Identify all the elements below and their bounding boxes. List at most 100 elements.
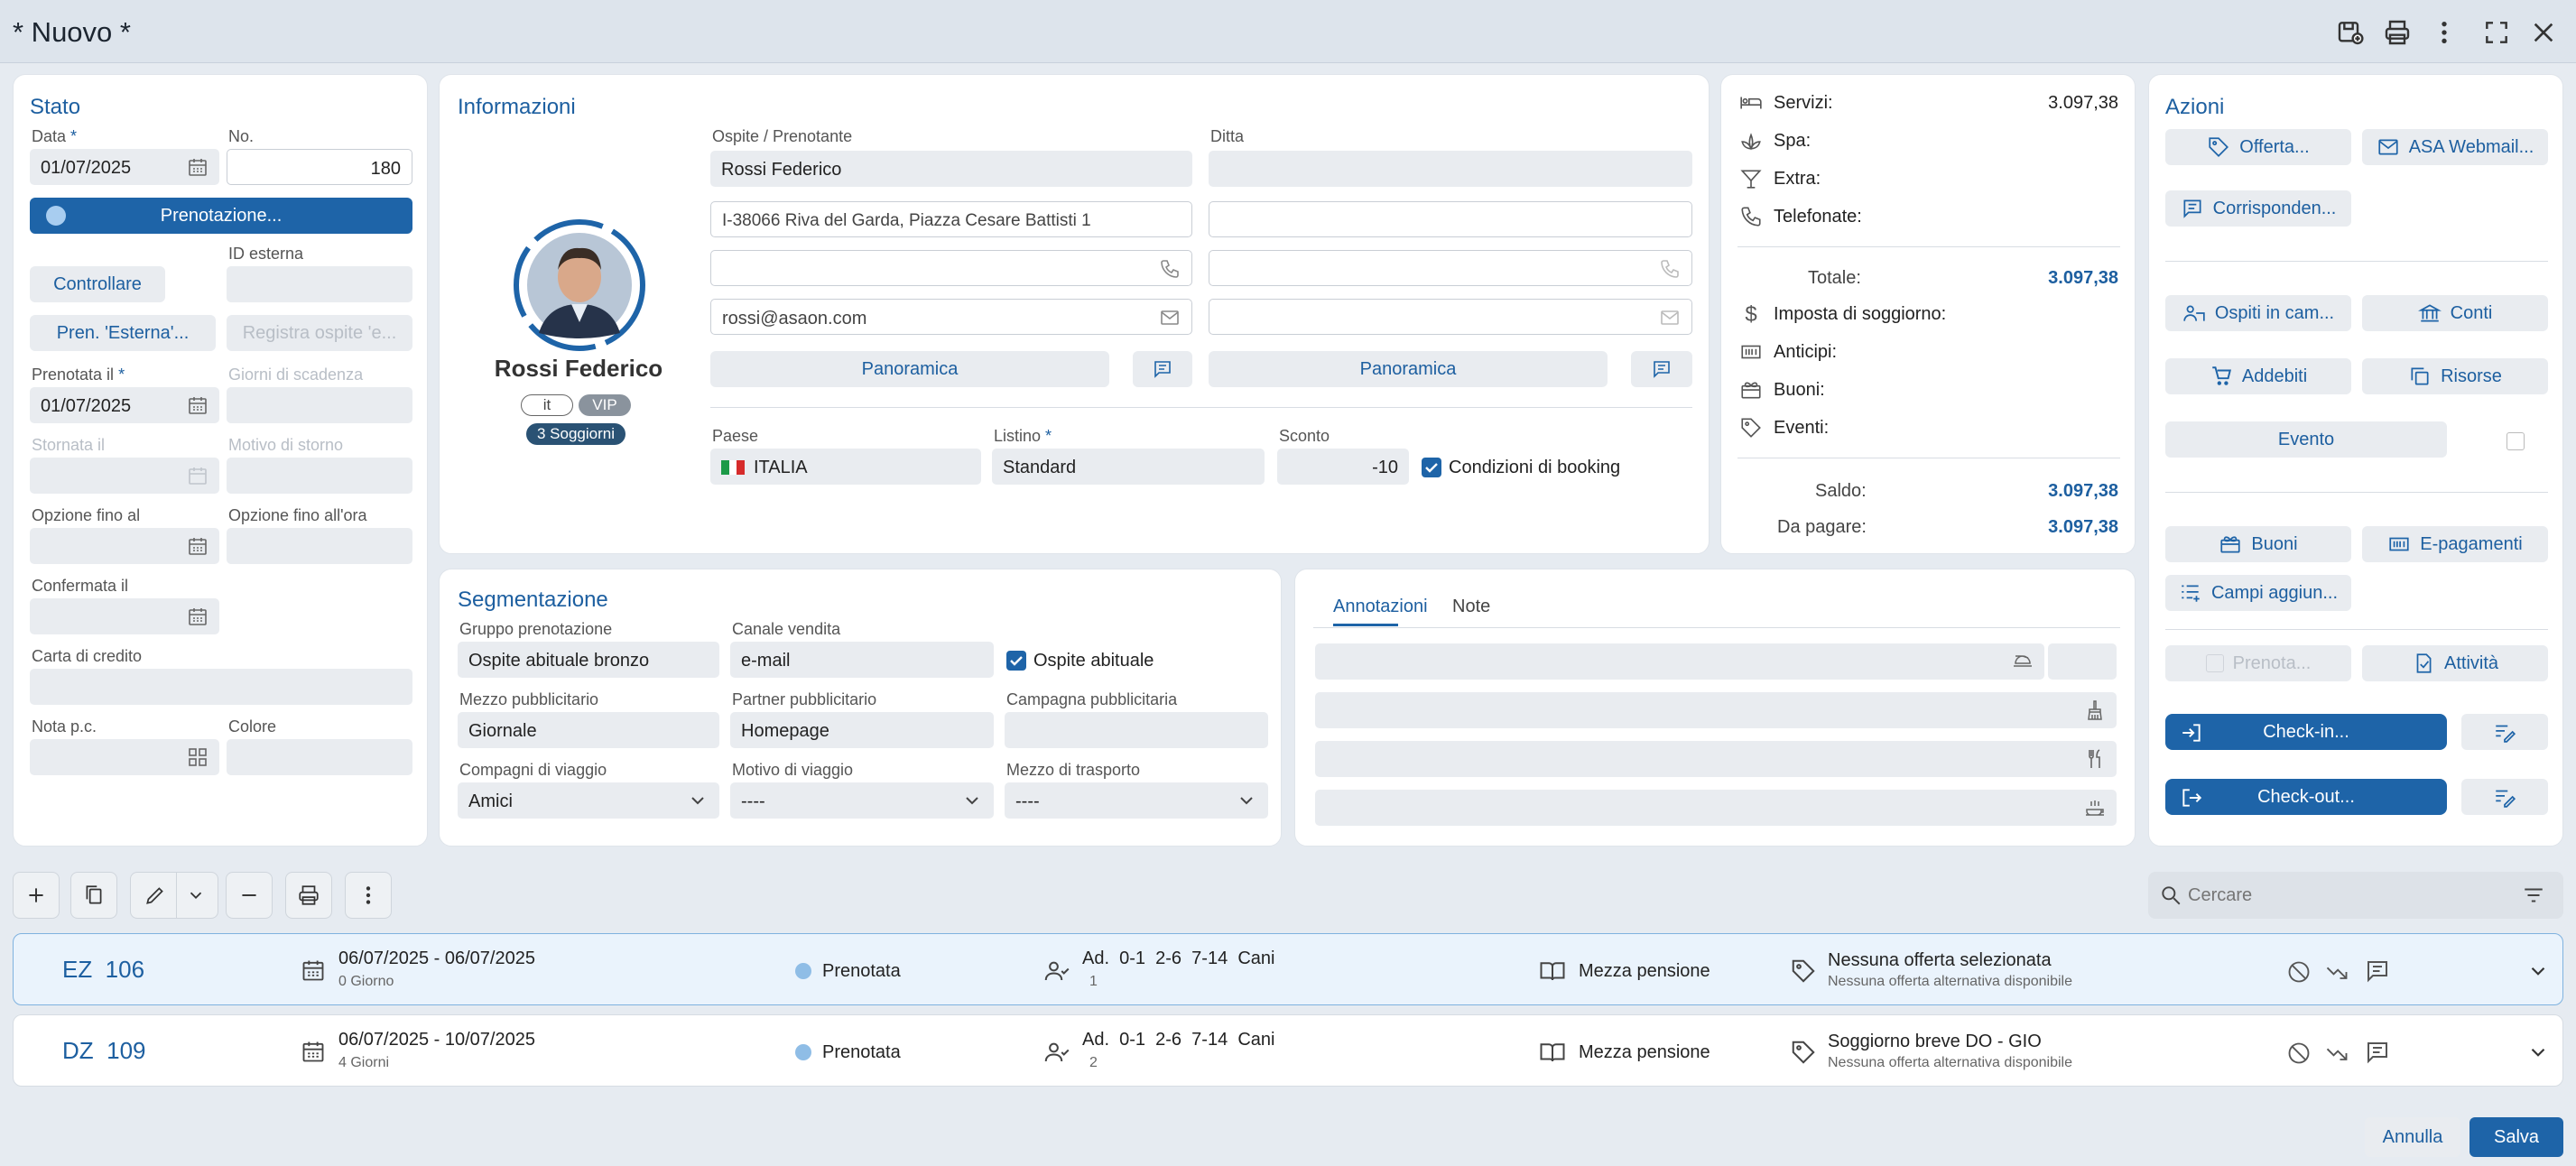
salva-button[interactable]: Salva — [2469, 1117, 2563, 1157]
mezzo-field[interactable]: Giornale — [458, 712, 719, 748]
corrispondenza-button[interactable]: Corrisponden... — [2165, 190, 2351, 227]
comment-icon[interactable] — [2364, 1039, 2391, 1066]
annotation-field-3[interactable] — [1315, 741, 2117, 777]
tab-note[interactable]: Note — [1452, 597, 1490, 617]
nota-pc-field[interactable] — [30, 739, 219, 775]
block-icon[interactable] — [2286, 959, 2312, 985]
checkout-edit-button[interactable] — [2461, 779, 2548, 815]
evento-checkbox[interactable] — [2507, 432, 2525, 450]
webmail-button[interactable]: ASA Webmail... — [2362, 129, 2548, 165]
registra-ospite-button[interactable]: Registra ospite 'e... — [227, 315, 412, 351]
save-form-icon[interactable] — [2336, 18, 2365, 47]
campagna-field[interactable] — [1005, 712, 1268, 748]
panoramica-button-left[interactable]: Panoramica — [710, 351, 1109, 387]
ditta-field[interactable] — [1209, 151, 1692, 187]
room-row[interactable]: DZ 109 06/07/2025 - 10/07/2025 4 Giorni Pre… — [13, 1014, 2563, 1087]
more-button[interactable] — [345, 872, 392, 919]
more-vertical-icon[interactable] — [2430, 18, 2459, 47]
condizioni-checkbox[interactable] — [1422, 458, 1441, 477]
opzione-fino-al-field[interactable] — [30, 528, 219, 564]
search-box[interactable] — [2148, 872, 2563, 919]
addebiti-button[interactable]: Addebiti — [2165, 358, 2351, 394]
annotation-field-4[interactable] — [1315, 790, 2117, 826]
room-row[interactable]: EZ 106 06/07/2025 - 06/07/2025 0 Giorno Pre… — [13, 933, 2563, 1005]
conti-button[interactable]: Conti — [2362, 295, 2548, 331]
grid-icon[interactable] — [187, 746, 208, 768]
note-button-left[interactable] — [1133, 351, 1192, 387]
evento-button[interactable]: Evento — [2165, 421, 2447, 458]
trend-arrow-icon[interactable] — [2324, 959, 2349, 985]
stornata-il-field[interactable] — [30, 458, 219, 494]
trend-arrow-icon[interactable] — [2324, 1041, 2349, 1066]
print-icon[interactable] — [2383, 18, 2412, 47]
calendar-icon[interactable] — [187, 394, 208, 416]
risorse-button[interactable]: Risorse — [2362, 358, 2548, 394]
calendar-icon[interactable] — [187, 606, 208, 627]
opzione-fino-ora-field[interactable] — [227, 528, 412, 564]
campi-aggiuntivi-button[interactable]: Campi aggiun... — [2165, 575, 2351, 611]
close-icon[interactable] — [2529, 18, 2558, 47]
motivo-select[interactable]: ---- — [730, 782, 994, 819]
chevron-down-icon[interactable] — [2526, 1041, 2550, 1064]
print-button[interactable] — [285, 872, 332, 919]
listino-field[interactable]: Standard — [992, 449, 1265, 485]
data-field[interactable]: 01/07/2025 — [30, 149, 219, 185]
pren-esterna-button[interactable]: Pren. 'Esterna'... — [30, 315, 216, 351]
buoni-button[interactable]: Buoni — [2165, 526, 2351, 562]
block-icon[interactable] — [2286, 1041, 2312, 1066]
edit-split-button[interactable] — [130, 872, 218, 919]
e-pagamenti-button[interactable]: E-pagamenti — [2362, 526, 2548, 562]
prenotazione-button[interactable]: Prenotazione... — [30, 198, 412, 234]
avatar[interactable] — [512, 217, 647, 353]
email-field[interactable]: rossi@asaon.com — [710, 299, 1192, 335]
partner-field[interactable]: Homepage — [730, 712, 994, 748]
maximize-icon[interactable] — [2482, 18, 2511, 47]
note-button-right[interactable] — [1631, 351, 1692, 387]
canale-field[interactable]: e-mail — [730, 642, 994, 678]
attivita-button[interactable]: Attività — [2362, 645, 2548, 681]
checkin-edit-button[interactable] — [2461, 714, 2548, 750]
comment-icon[interactable] — [2364, 958, 2391, 985]
gruppo-field[interactable]: Ospite abituale bronzo — [458, 642, 719, 678]
compagni-select[interactable]: Amici — [458, 782, 719, 819]
ospite-abituale-checkbox[interactable] — [1006, 651, 1026, 671]
email-field-2[interactable] — [1209, 299, 1692, 335]
prenotata-il-field[interactable]: 01/07/2025 — [30, 387, 219, 423]
remove-button[interactable] — [226, 872, 273, 919]
add-button[interactable] — [13, 872, 60, 919]
annotation-field-1[interactable] — [1315, 643, 2044, 680]
offerta-button[interactable]: Offerta... — [2165, 129, 2351, 165]
address-field[interactable]: I-38066 Riva del Garda, Piazza Cesare Ba… — [710, 201, 1192, 237]
phone-icon[interactable] — [1659, 258, 1681, 280]
search-input[interactable] — [2188, 881, 2495, 910]
mail-icon[interactable] — [1159, 307, 1181, 329]
prenota-button[interactable]: Prenota... — [2165, 645, 2351, 681]
chevron-down-icon[interactable] — [2526, 959, 2550, 983]
controllare-button[interactable]: Controllare — [30, 266, 165, 302]
address-field-2[interactable] — [1209, 201, 1692, 237]
annotation-extra-field[interactable] — [2048, 643, 2117, 680]
confermata-il-field[interactable] — [30, 598, 219, 634]
ospite-field[interactable]: Rossi Federico — [710, 151, 1192, 187]
carta-credito-field[interactable] — [30, 669, 412, 705]
ospiti-camera-button[interactable]: Ospiti in cam... — [2165, 295, 2351, 331]
colore-field[interactable] — [227, 739, 412, 775]
duplicate-button[interactable] — [70, 872, 117, 919]
motivo-storno-field[interactable] — [227, 458, 412, 494]
checkin-button[interactable]: Check-in... — [2165, 714, 2447, 750]
id-esterna-field[interactable] — [227, 266, 412, 302]
sconto-field[interactable]: -10 — [1277, 449, 1409, 485]
annotation-field-2[interactable] — [1315, 692, 2117, 728]
tab-annotazioni[interactable]: Annotazioni — [1333, 597, 1428, 617]
phone-icon[interactable] — [1159, 258, 1181, 280]
calendar-icon[interactable] — [187, 156, 208, 178]
mail-icon[interactable] — [1659, 307, 1681, 329]
phone-field[interactable] — [710, 250, 1192, 286]
trasporto-select[interactable]: ---- — [1005, 782, 1268, 819]
paese-field[interactable]: ITALIA — [710, 449, 981, 485]
panoramica-button-right[interactable]: Panoramica — [1209, 351, 1608, 387]
annulla-button[interactable]: Annulla — [2365, 1117, 2460, 1157]
checkout-button[interactable]: Check-out... — [2165, 779, 2447, 815]
giorni-scadenza-field[interactable] — [227, 387, 412, 423]
calendar-icon[interactable] — [187, 535, 208, 557]
